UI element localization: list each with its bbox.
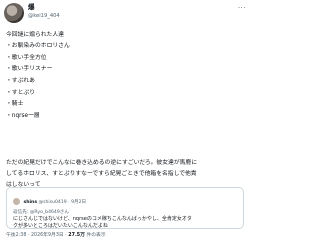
list-item: ・すとぷり: [6, 89, 35, 96]
quote-author-handle: @shisu0419: [38, 200, 67, 205]
tweet-meta: 午後2:38 · 2026年9月3日 · 27.5万 件の表示: [6, 232, 246, 240]
list-item: ・歌い手リスナー: [6, 66, 53, 73]
quote-text-line: クが多いところはだいたいこんなんだよね: [13, 223, 108, 229]
list-item: ・お馴染みのホロリさん: [6, 43, 70, 50]
tweet-time[interactable]: 午後2:38: [6, 233, 26, 238]
tweet-intro: 今回謎に煽られた人達: [6, 32, 64, 38]
list-item: ・すぷれあ: [6, 77, 35, 84]
list-item: ・歌い手全方位: [6, 54, 47, 61]
views-label: 件の表示: [86, 233, 106, 238]
quote-header: shins @shisu0419 · 9月2日: [13, 198, 241, 207]
meta-separator: ·: [27, 233, 30, 238]
meta-separator: ·: [65, 233, 67, 238]
avatar[interactable]: [4, 3, 24, 23]
reply-handle[interactable]: @Ryo_b4649さん: [30, 210, 69, 215]
tweet-body: 今回謎に煽られた人達 ・お馴染みのホロリさん ・歌い手全方位 ・歌い手リスナー …: [6, 30, 246, 122]
quoted-tweet[interactable]: shins @shisu0419 · 9月2日 返信先: @Ryo_b4649さ…: [6, 187, 244, 229]
tweet-date[interactable]: 2026年9月3日: [31, 233, 64, 238]
quote-text-line: にじさんじではないけど、nqrseのコメ稼ちこんなんばっかやし、全肯定女オタ: [13, 216, 192, 222]
reply-prefix: 返信先:: [13, 210, 29, 215]
closing-line: ただの紀晃だけでこんなに巻き込めるの逆にすごいだろ。彼女達が馬鹿に: [6, 160, 198, 166]
tweet-list: ・お馴染みのホロリさん ・歌い手全方位 ・歌い手リスナー ・すぷれあ ・すとぷり…: [6, 41, 246, 122]
quote-author-name: shins: [23, 200, 38, 205]
quote-avatar: [13, 198, 20, 205]
more-horizontal-icon[interactable]: ···: [238, 4, 246, 12]
author-handle[interactable]: @kei19_404: [28, 12, 60, 20]
quote-reply-to: 返信先: @Ryo_b4649さん: [13, 209, 241, 216]
list-item: ・nqrse一層: [6, 112, 40, 119]
closing-line: してるホロリス、すとぷりすなーですら紀晃ごときで他箱を名指しで他責: [6, 171, 197, 177]
quote-date: 9月2日: [71, 200, 87, 205]
views-count: 27.5万: [68, 233, 85, 238]
tweet-header: 爆 @kei19_404 ···: [4, 2, 246, 24]
author-name[interactable]: 爆: [28, 3, 35, 12]
list-item: ・騎士: [6, 101, 24, 108]
